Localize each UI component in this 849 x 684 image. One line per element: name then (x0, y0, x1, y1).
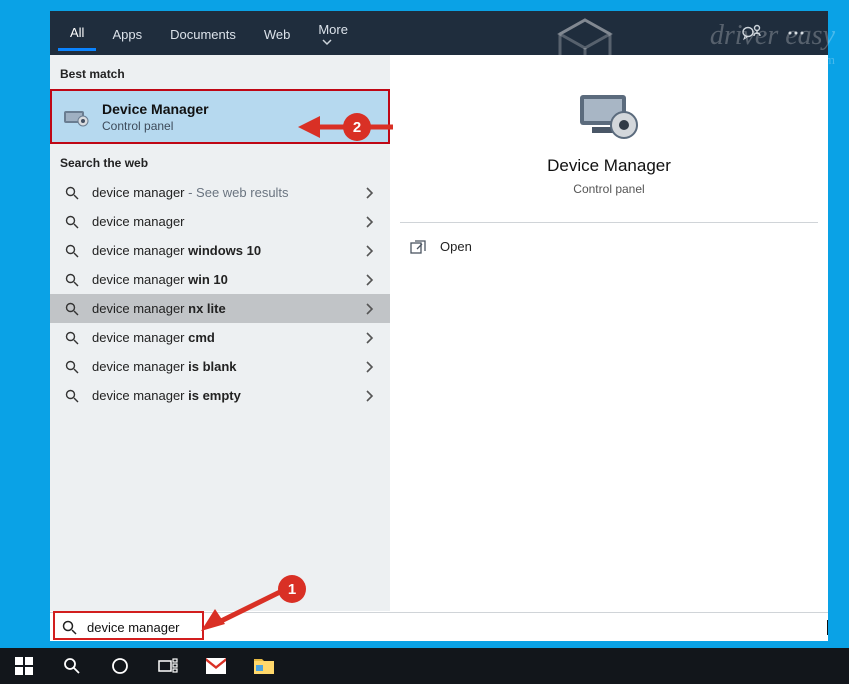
start-button[interactable] (0, 648, 48, 684)
search-icon (64, 302, 80, 316)
watermark-url: www.DriverEasy.com (710, 52, 835, 68)
search-icon (64, 389, 80, 403)
tab-all[interactable]: All (58, 15, 96, 51)
chevron-right-icon[interactable] (354, 274, 384, 286)
web-result[interactable]: device manager is blank (50, 352, 390, 381)
chevron-right-icon[interactable] (354, 187, 384, 199)
taskbar-search-button[interactable] (48, 648, 96, 684)
search-icon (64, 186, 80, 200)
search-icon (64, 273, 80, 287)
chevron-right-icon[interactable] (354, 216, 384, 228)
web-result[interactable]: device manager is empty (50, 381, 390, 410)
divider (400, 222, 818, 223)
open-icon (410, 240, 426, 254)
search-icon (64, 244, 80, 258)
tab-more[interactable]: More (306, 12, 360, 55)
web-result[interactable]: device manager (50, 207, 390, 236)
search-web-label: Search the web (50, 144, 390, 178)
search-icon (62, 620, 77, 635)
tab-apps[interactable]: Apps (100, 17, 154, 50)
search-icon (64, 215, 80, 229)
chevron-right-icon[interactable] (354, 332, 384, 344)
web-result-text: device manager win 10 (92, 272, 354, 287)
web-result-text: device manager is blank (92, 359, 354, 374)
task-view-button[interactable] (144, 648, 192, 684)
search-icon (64, 360, 80, 374)
gmail-app-icon[interactable] (192, 648, 240, 684)
search-input[interactable] (87, 620, 829, 635)
best-match-subtitle: Control panel (102, 119, 209, 133)
cortana-button[interactable] (96, 648, 144, 684)
chevron-right-icon[interactable] (354, 245, 384, 257)
web-result[interactable]: device manager - See web results (50, 178, 390, 207)
tab-web[interactable]: Web (252, 17, 303, 50)
web-result-text: device manager cmd (92, 330, 354, 345)
detail-title: Device Manager (390, 156, 828, 176)
web-result-text: device manager windows 10 (92, 243, 354, 258)
best-match-label: Best match (50, 55, 390, 89)
web-result[interactable]: device manager windows 10 (50, 236, 390, 265)
taskbar (0, 648, 849, 684)
search-icon (64, 331, 80, 345)
search-input-row[interactable] (50, 612, 828, 641)
open-label: Open (440, 239, 472, 254)
web-result-text: device manager (92, 214, 354, 229)
chevron-right-icon[interactable] (354, 361, 384, 373)
tab-documents[interactable]: Documents (158, 17, 248, 50)
search-panel: All Apps Documents Web More Best match (50, 11, 828, 633)
results-right: Device Manager Control panel Open (390, 55, 828, 611)
web-result-text: device manager - See web results (92, 185, 354, 200)
file-explorer-icon[interactable] (240, 648, 288, 684)
device-manager-icon (62, 103, 90, 131)
web-result[interactable]: device manager cmd (50, 323, 390, 352)
watermark: driver easy www.DriverEasy.com (710, 20, 835, 68)
open-action[interactable]: Open (390, 233, 828, 260)
web-result-text: device manager is empty (92, 388, 354, 403)
results-left: Best match Device Manager Control panel … (50, 55, 390, 611)
best-match-title: Device Manager (102, 101, 209, 117)
watermark-title: driver easy (710, 20, 835, 52)
device-manager-large-icon (574, 87, 644, 143)
web-result-text: device manager nx lite (92, 301, 354, 316)
web-result[interactable]: device manager nx lite (50, 294, 390, 323)
chevron-right-icon[interactable] (354, 390, 384, 402)
web-result[interactable]: device manager win 10 (50, 265, 390, 294)
chevron-right-icon[interactable] (354, 303, 384, 315)
best-match-device-manager[interactable]: Device Manager Control panel (50, 89, 390, 144)
detail-subtitle: Control panel (390, 182, 828, 196)
